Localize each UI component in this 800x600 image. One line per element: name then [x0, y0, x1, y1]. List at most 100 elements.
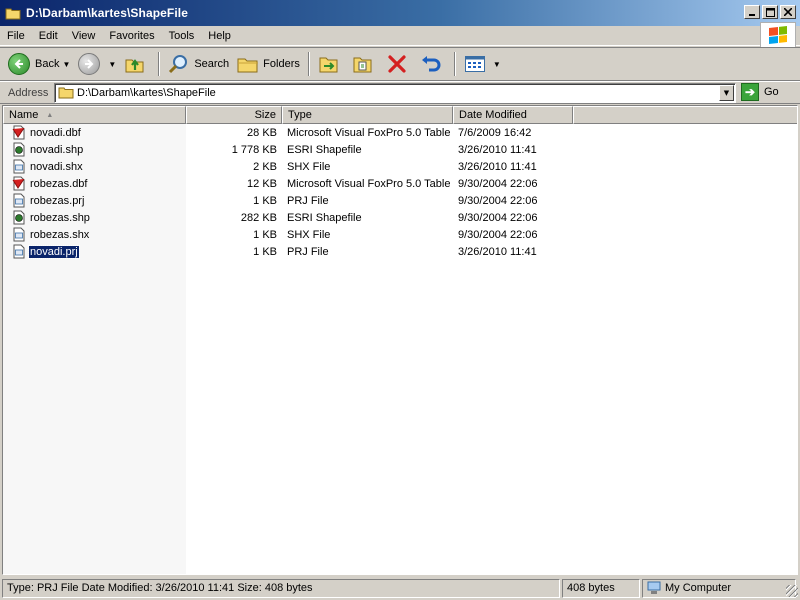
- title-bar[interactable]: D:\Darbam\kartes\ShapeFile: [0, 0, 800, 26]
- resize-grip[interactable]: [786, 585, 798, 597]
- close-button[interactable]: [780, 5, 796, 19]
- menu-help[interactable]: Help: [201, 30, 238, 42]
- status-location-label: My Computer: [665, 582, 732, 594]
- copy-to-button[interactable]: [348, 50, 382, 78]
- menu-tools[interactable]: Tools: [162, 30, 202, 42]
- file-row[interactable]: novadi.prj 1 KB PRJ File 3/26/2010 11:41: [3, 243, 797, 260]
- file-row[interactable]: robezas.dbf 12 KB Microsoft Visual FoxPro …: [3, 175, 797, 192]
- back-label: Back: [35, 58, 60, 70]
- go-button[interactable]: ➔ Go: [741, 83, 779, 101]
- generic-file-icon: [12, 227, 26, 242]
- chevron-down-icon[interactable]: ▼: [493, 60, 501, 69]
- folders-icon: [237, 53, 259, 75]
- menu-file[interactable]: File: [0, 30, 32, 42]
- toolbar-separator: [307, 52, 310, 76]
- generic-file-icon: [12, 193, 26, 208]
- file-date-modified: 3/26/2010 11:41: [458, 245, 537, 258]
- file-date-modified: 7/6/2009 16:42: [458, 126, 532, 139]
- menu-favorites[interactable]: Favorites: [102, 30, 161, 42]
- file-date-modified: 9/30/2004 22:06: [458, 177, 538, 190]
- window-title: D:\Darbam\kartes\ShapeFile: [26, 6, 188, 20]
- column-header-row: Name ▲ Size Type Date Modified: [3, 106, 797, 124]
- column-header-name[interactable]: Name ▲: [3, 106, 186, 124]
- status-bar: Type: PRJ File Date Modified: 3/26/2010 …: [0, 577, 800, 599]
- dbf-icon: [12, 176, 26, 191]
- minimize-button[interactable]: [744, 5, 760, 19]
- column-header-empty: [573, 106, 797, 124]
- generic-file-icon: [12, 244, 26, 259]
- address-dropdown-button[interactable]: ▼: [719, 85, 734, 101]
- file-name-cell[interactable]: robezas.shp: [3, 210, 186, 225]
- file-type: Microsoft Visual FoxPro 5.0 Table: [287, 177, 451, 190]
- back-button[interactable]: Back ▼: [4, 50, 74, 78]
- file-name-cell[interactable]: robezas.prj: [3, 193, 186, 208]
- file-name-cell[interactable]: novadi.dbf: [3, 125, 186, 140]
- column-name-label: Name: [9, 109, 39, 121]
- chevron-down-icon[interactable]: ▼: [62, 60, 70, 69]
- file-date-modified: 3/26/2010 11:41: [458, 160, 537, 173]
- back-arrow-icon: [8, 53, 30, 75]
- undo-icon: [420, 53, 442, 75]
- file-name-cell[interactable]: robezas.shx: [3, 227, 186, 242]
- file-list-view[interactable]: Name ▲ Size Type Date Modified novadi.db…: [2, 105, 798, 575]
- forward-button[interactable]: ▼: [74, 50, 120, 78]
- chevron-down-icon[interactable]: ▼: [108, 60, 116, 69]
- delete-button[interactable]: [382, 50, 416, 78]
- folder-icon: [58, 85, 74, 102]
- column-header-date-modified[interactable]: Date Modified: [453, 106, 573, 124]
- file-name-cell[interactable]: novadi.shp: [3, 142, 186, 157]
- up-folder-button[interactable]: [120, 50, 154, 78]
- address-input[interactable]: D:\Darbam\kartes\ShapeFile ▼: [54, 83, 736, 103]
- file-row[interactable]: novadi.dbf 28 KB Microsoft Visual FoxPro 5…: [3, 124, 797, 141]
- menu-edit[interactable]: Edit: [32, 30, 65, 42]
- column-header-size[interactable]: Size: [186, 106, 282, 124]
- file-type: ESRI Shapefile: [287, 211, 362, 224]
- file-name-cell[interactable]: robezas.dbf: [3, 176, 186, 191]
- file-date-modified: 9/30/2004 22:06: [458, 228, 538, 241]
- views-button[interactable]: ▼: [460, 50, 505, 78]
- move-to-icon: [318, 53, 340, 75]
- menu-bar: File Edit View Favorites Tools Help: [0, 26, 800, 46]
- file-type: PRJ File: [287, 194, 329, 207]
- maximize-button[interactable]: [762, 5, 778, 19]
- status-details: Type: PRJ File Date Modified: 3/26/2010 …: [2, 578, 560, 598]
- file-size: 1 KB: [253, 245, 277, 258]
- move-to-button[interactable]: [314, 50, 348, 78]
- file-row[interactable]: robezas.prj 1 KB PRJ File 9/30/2004 22:06: [3, 192, 797, 209]
- file-name-cell[interactable]: novadi.shx: [3, 159, 186, 174]
- file-size: 1 778 KB: [231, 143, 277, 156]
- file-size: 28 KB: [247, 126, 277, 139]
- folders-button[interactable]: Folders: [233, 50, 304, 78]
- file-type: SHX File: [287, 228, 331, 241]
- address-label: Address: [8, 86, 49, 99]
- file-row[interactable]: robezas.shx 1 KB SHX File 9/30/2004 22:06: [3, 226, 797, 243]
- file-name: robezas.shp: [30, 211, 90, 224]
- file-name: novadi.dbf: [30, 126, 81, 139]
- file-row[interactable]: robezas.shp 282 KB ESRI Shapefile 9/30/2004…: [3, 209, 797, 226]
- search-icon: [168, 53, 190, 75]
- file-name-cell[interactable]: novadi.prj: [3, 244, 186, 259]
- menu-view[interactable]: View: [65, 30, 103, 42]
- file-type: PRJ File: [287, 245, 329, 258]
- file-size: 12 KB: [247, 177, 277, 190]
- sort-ascending-icon: ▲: [46, 111, 54, 119]
- file-row[interactable]: novadi.shp 1 778 KB ESRI Shapefile 3/26/201…: [3, 141, 797, 158]
- file-name: robezas.prj: [30, 194, 85, 207]
- file-size: 282 KB: [240, 211, 277, 224]
- column-date-label: Date Modified: [459, 109, 527, 121]
- go-label: Go: [764, 86, 779, 98]
- address-value: D:\Darbam\kartes\ShapeFile: [77, 87, 216, 99]
- file-date-modified: 9/30/2004 22:06: [458, 211, 538, 224]
- file-name: novadi.prj: [28, 244, 80, 259]
- file-type: ESRI Shapefile: [287, 143, 362, 156]
- delete-x-icon: [386, 53, 408, 75]
- undo-button[interactable]: [416, 50, 450, 78]
- file-row[interactable]: novadi.shx 2 KB SHX File 3/26/2010 11:41: [3, 158, 797, 175]
- go-arrow-icon: ➔: [741, 83, 759, 101]
- file-size: 1 KB: [253, 194, 277, 207]
- search-button[interactable]: Search: [164, 50, 233, 78]
- column-header-type[interactable]: Type: [282, 106, 453, 124]
- file-date-modified: 9/30/2004 22:06: [458, 194, 538, 207]
- search-label: Search: [194, 58, 230, 70]
- forward-arrow-icon: [78, 53, 101, 75]
